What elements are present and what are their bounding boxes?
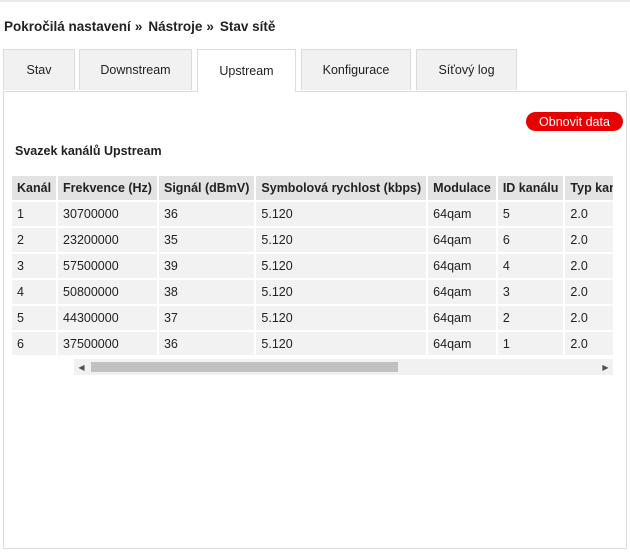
cell-modulation: 64qam (428, 280, 496, 304)
cell-signal: 36 (158, 332, 255, 355)
cell-channel: 4 (12, 280, 57, 304)
cell-symbol-rate: 5.120 (256, 332, 427, 355)
tab-panel-upstream: Obnovit data Svazek kanálů Upstream Kaná… (3, 91, 627, 549)
horizontal-scrollbar[interactable]: ◀ ▶ (74, 359, 613, 375)
column-header-channel-id: ID kanálu (497, 176, 564, 200)
cell-channel: 5 (12, 306, 57, 330)
cell-symbol-rate: 5.120 (256, 254, 427, 278)
table-row: 4 50800000 38 5.120 64qam 3 2.0 (12, 280, 613, 304)
tab-stav[interactable]: Stav (3, 49, 75, 90)
cell-channel-id: 3 (497, 280, 564, 304)
cell-symbol-rate: 5.120 (256, 306, 427, 330)
cell-channel-type: 2.0 (565, 332, 613, 355)
cell-channel-id: 2 (497, 306, 564, 330)
cell-frequency: 50800000 (58, 280, 157, 304)
cell-signal: 36 (158, 202, 255, 226)
cell-channel: 3 (12, 254, 57, 278)
tab-sitovy-log[interactable]: Síťový log (416, 49, 517, 90)
table-row: 3 57500000 39 5.120 64qam 4 2.0 (12, 254, 613, 278)
cell-modulation: 64qam (428, 202, 496, 226)
cell-modulation: 64qam (428, 332, 496, 355)
tab-downstream[interactable]: Downstream (79, 49, 192, 90)
breadcrumb: Pokročilá nastavení» Nástroje» Stav sítě (4, 19, 275, 34)
top-divider (0, 0, 630, 2)
cell-channel-type: 2.0 (565, 254, 613, 278)
tab-upstream[interactable]: Upstream (197, 49, 296, 92)
cell-frequency: 30700000 (58, 202, 157, 226)
column-header-symbol-rate: Symbolová rychlost (kbps) (256, 176, 427, 200)
tab-bar: Stav Downstream Upstream Konfigurace Síť… (3, 49, 627, 92)
scroll-left-icon[interactable]: ◀ (74, 359, 89, 375)
table-row: 5 44300000 37 5.120 64qam 2 2.0 (12, 306, 613, 330)
scroll-right-icon[interactable]: ▶ (598, 359, 613, 375)
section-title: Svazek kanálů Upstream (15, 144, 162, 158)
cell-frequency: 44300000 (58, 306, 157, 330)
table-row: 6 37500000 36 5.120 64qam 1 2.0 (12, 332, 613, 355)
cell-frequency: 37500000 (58, 332, 157, 355)
cell-channel-id: 5 (497, 202, 564, 226)
cell-modulation: 64qam (428, 254, 496, 278)
cell-symbol-rate: 5.120 (256, 280, 427, 304)
cell-channel-type: 2.0 (565, 202, 613, 226)
cell-signal: 35 (158, 228, 255, 252)
table-row: 1 30700000 36 5.120 64qam 5 2.0 (12, 202, 613, 226)
upstream-table-viewport: Kanál Frekvence (Hz) Signál (dBmV) Symbo… (12, 176, 613, 355)
cell-modulation: 64qam (428, 228, 496, 252)
breadcrumb-separator: » (134, 19, 143, 34)
cell-signal: 39 (158, 254, 255, 278)
cell-frequency: 57500000 (58, 254, 157, 278)
tab-konfigurace[interactable]: Konfigurace (301, 49, 411, 90)
cell-channel-id: 1 (497, 332, 564, 355)
cell-channel: 2 (12, 228, 57, 252)
column-header-signal: Signál (dBmV) (158, 176, 255, 200)
table-row: 2 23200000 35 5.120 64qam 6 2.0 (12, 228, 613, 252)
breadcrumb-item-advanced-settings[interactable]: Pokročilá nastavení (4, 19, 131, 34)
breadcrumb-item-tools[interactable]: Nástroje (148, 19, 202, 34)
refresh-data-button[interactable]: Obnovit data (526, 112, 623, 131)
column-header-channel: Kanál (12, 176, 57, 200)
column-header-modulation: Modulace (428, 176, 496, 200)
cell-channel-id: 4 (497, 254, 564, 278)
scrollbar-thumb[interactable] (91, 362, 398, 372)
table-header-row: Kanál Frekvence (Hz) Signál (dBmV) Symbo… (12, 176, 613, 200)
cell-channel-type: 2.0 (565, 306, 613, 330)
cell-signal: 37 (158, 306, 255, 330)
cell-channel: 1 (12, 202, 57, 226)
breadcrumb-separator: » (206, 19, 214, 34)
cell-frequency: 23200000 (58, 228, 157, 252)
breadcrumb-item-network-status: Stav sítě (219, 19, 276, 34)
cell-symbol-rate: 5.120 (256, 202, 427, 226)
cell-channel-type: 2.0 (565, 228, 613, 252)
cell-channel: 6 (12, 332, 57, 355)
column-header-frequency: Frekvence (Hz) (58, 176, 157, 200)
column-header-channel-type: Typ kanálu (565, 176, 613, 200)
cell-channel-id: 6 (497, 228, 564, 252)
cell-channel-type: 2.0 (565, 280, 613, 304)
upstream-channel-table: Kanál Frekvence (Hz) Signál (dBmV) Symbo… (12, 176, 613, 355)
cell-signal: 38 (158, 280, 255, 304)
cell-symbol-rate: 5.120 (256, 228, 427, 252)
cell-modulation: 64qam (428, 306, 496, 330)
